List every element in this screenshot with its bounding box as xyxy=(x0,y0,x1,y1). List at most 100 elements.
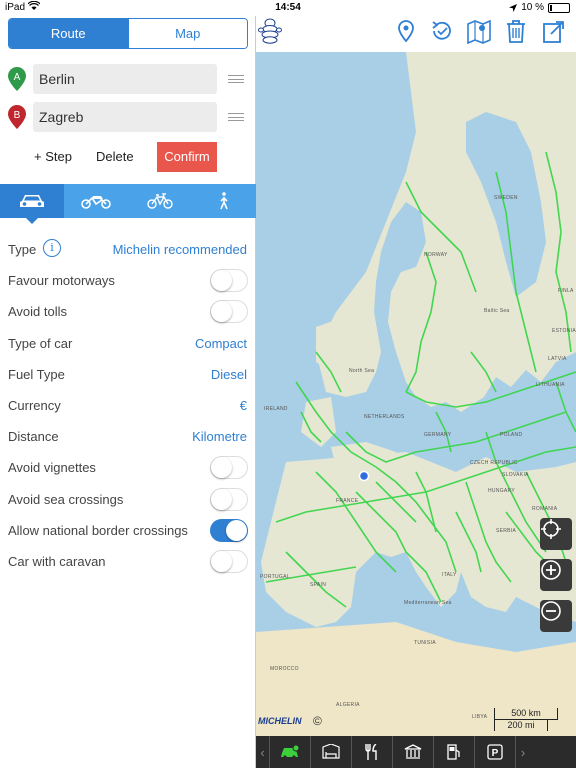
info-icon[interactable]: i xyxy=(43,239,61,257)
minus-icon xyxy=(541,601,561,621)
option-row[interactable]: Avoid vignettes xyxy=(0,452,256,483)
end-pin-icon: B xyxy=(8,105,26,129)
route-panel: Route Map A Berlin B Zagreb + Step Delet… xyxy=(0,16,256,768)
destination-field[interactable]: Zagreb xyxy=(33,102,217,132)
poi-tourism[interactable] xyxy=(393,736,434,768)
map-label: SLOVAKIA xyxy=(502,472,529,478)
map-label: MOROCCO xyxy=(270,666,299,672)
option-value[interactable]: Kilometre xyxy=(192,429,247,444)
map-label: CZECH REPUBLIC xyxy=(470,460,518,466)
michelin-brand-label: MICHELIN xyxy=(258,716,302,726)
poi-parking[interactable]: P xyxy=(475,736,516,768)
option-row[interactable]: Currency € xyxy=(0,390,256,421)
chevron-left-icon[interactable]: ‹ xyxy=(256,736,270,768)
scale-mi: 200 mi xyxy=(494,720,548,731)
option-row[interactable]: Distance Kilometre xyxy=(0,421,256,452)
mode-bicycle[interactable] xyxy=(128,184,192,218)
history-icon[interactable] xyxy=(429,18,455,44)
map-label: SERBIA xyxy=(496,528,517,534)
tab-route[interactable]: Route xyxy=(9,19,128,48)
route-options-list: Type i Michelin recommended Favour motorway… xyxy=(0,234,256,577)
start-field[interactable]: Berlin xyxy=(33,64,217,94)
confirm-button[interactable]: Confirm xyxy=(157,142,217,172)
car-service-icon xyxy=(281,744,300,759)
poi-car-service[interactable] xyxy=(270,736,311,768)
scale-km: 500 km xyxy=(494,708,558,720)
waypoint-row-start: A Berlin xyxy=(8,64,256,94)
share-icon[interactable] xyxy=(541,18,567,44)
mode-motorbike[interactable] xyxy=(64,184,128,218)
poi-bar: ‹ P › xyxy=(256,736,576,768)
map-label: HUNGARY xyxy=(488,488,516,494)
option-row[interactable]: Type of car Compact xyxy=(0,328,256,359)
toggle-knob xyxy=(211,457,232,479)
option-toggle[interactable] xyxy=(210,300,248,324)
option-value[interactable]: Compact xyxy=(195,336,247,351)
zoom-out-button[interactable] xyxy=(540,600,572,632)
map-label: NORWAY xyxy=(424,252,448,258)
mode-pedestrian[interactable] xyxy=(192,184,256,218)
map-label: FINLA xyxy=(558,288,574,294)
svg-text:B: B xyxy=(14,110,21,121)
option-toggle[interactable] xyxy=(210,487,248,511)
option-row[interactable]: Avoid sea crossings xyxy=(0,484,256,515)
option-toggle[interactable] xyxy=(210,456,248,480)
mode-car[interactable] xyxy=(0,184,64,224)
toggle-knob xyxy=(211,301,232,323)
option-value[interactable]: Michelin recommended xyxy=(113,242,247,257)
option-row[interactable]: Type i Michelin recommended xyxy=(0,234,256,265)
delete-button[interactable]: Delete xyxy=(96,142,134,172)
map-label: TUNISIA xyxy=(414,640,436,646)
option-row[interactable]: Fuel Type Diesel xyxy=(0,359,256,390)
map-label: ALGERIA xyxy=(336,702,360,708)
status-bar: iPad 14:54 10 % xyxy=(0,0,576,16)
option-row[interactable]: Favour motorways xyxy=(0,265,256,296)
map-label: North Sea xyxy=(349,368,375,374)
map-label: SPAIN xyxy=(310,582,327,588)
location-pin-icon[interactable] xyxy=(393,18,419,44)
start-pin-icon: A xyxy=(8,67,26,91)
copyright-icon[interactable]: © xyxy=(313,714,322,728)
transport-mode-bar xyxy=(0,184,256,224)
option-value[interactable]: € xyxy=(240,398,247,413)
poi-restaurant[interactable] xyxy=(352,736,393,768)
option-toggle[interactable] xyxy=(210,549,248,573)
location-arrow-icon xyxy=(509,3,518,12)
map-canvas xyxy=(256,52,576,736)
option-row[interactable]: Car with caravan xyxy=(0,546,256,577)
option-label: Avoid vignettes xyxy=(8,460,96,476)
restaurant-icon xyxy=(365,744,377,760)
map-label: NETHERLANDS xyxy=(364,414,405,420)
map-label: SWEDEN xyxy=(494,195,518,201)
tab-map[interactable]: Map xyxy=(127,19,247,48)
option-label: Distance xyxy=(8,429,59,445)
waypoint-row-end: B Zagreb xyxy=(8,102,256,132)
option-value[interactable]: Diesel xyxy=(211,367,247,382)
option-label: Car with caravan xyxy=(8,553,106,569)
zoom-in-button[interactable] xyxy=(540,559,572,591)
map-pin-icon[interactable] xyxy=(466,18,492,44)
locate-me-button[interactable] xyxy=(540,518,572,550)
poi-hotel[interactable] xyxy=(311,736,352,768)
map-view[interactable]: SWEDEN NORWAY FINLA ESTONIA LATVIA LITHU… xyxy=(256,52,576,736)
michelin-man-logo[interactable] xyxy=(258,18,282,44)
poi-fuel[interactable] xyxy=(434,736,475,768)
map-scale: 500 km 200 mi xyxy=(478,704,574,734)
chevron-right-icon[interactable]: › xyxy=(516,736,530,768)
add-step-button[interactable]: + Step xyxy=(34,142,72,172)
option-toggle[interactable] xyxy=(210,269,248,293)
toggle-knob xyxy=(211,550,232,572)
trash-icon[interactable] xyxy=(503,18,529,44)
option-label: Currency xyxy=(8,397,61,413)
map-label: PORTUGAL xyxy=(260,574,290,580)
route-actions: + Step Delete Confirm xyxy=(0,142,256,172)
reorder-handle-icon[interactable] xyxy=(228,75,244,83)
option-row[interactable]: Avoid tolls xyxy=(0,296,256,327)
hotel-icon xyxy=(322,744,340,759)
reorder-handle-icon[interactable] xyxy=(228,113,244,121)
svg-text:P: P xyxy=(492,748,499,759)
option-row[interactable]: Allow national border crossings xyxy=(0,515,256,546)
route-map-segmented-control: Route Map xyxy=(8,18,248,49)
toggle-knob xyxy=(226,519,247,541)
option-toggle[interactable] xyxy=(210,518,248,542)
